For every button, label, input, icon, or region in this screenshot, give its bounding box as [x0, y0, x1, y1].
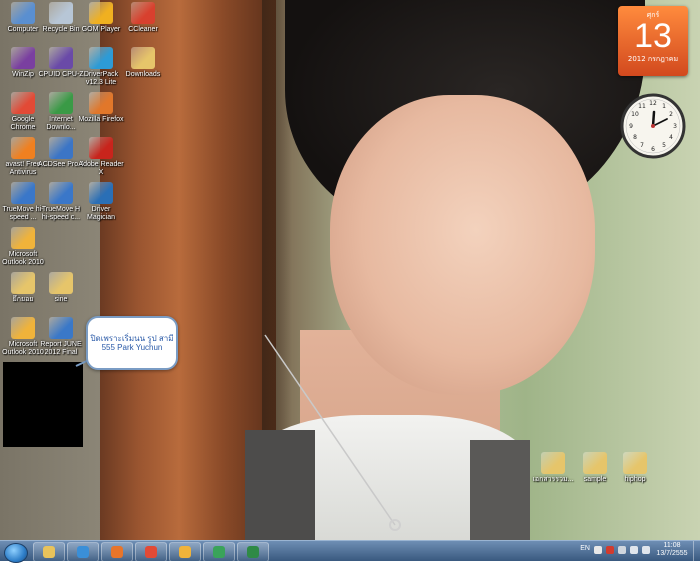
folder-icon	[623, 452, 647, 474]
desktop-icon-driverpack[interactable]: DriverPack v12.3 Lite	[78, 47, 124, 87]
winzip-icon	[11, 47, 35, 69]
svg-text:4: 4	[669, 134, 673, 141]
internet-explorer-icon	[77, 546, 89, 558]
svg-text:9: 9	[629, 123, 633, 130]
start-button[interactable]	[4, 543, 28, 563]
desktop-icon-firefox[interactable]: Mozilla Firefox	[78, 92, 124, 124]
gom-player-icon	[89, 2, 113, 24]
taskbar-time: 11:08	[663, 542, 681, 549]
taskbar-clock[interactable]: 11:08 13/7/2555	[652, 542, 692, 558]
desktop-icon-ccleaner[interactable]: CCleaner	[120, 2, 166, 34]
taskbar-button-chrome[interactable]	[135, 542, 167, 562]
clock-gadget[interactable]: 12 12 345 678 9 1011	[620, 93, 686, 159]
desktop-icon-outlook-1[interactable]: Microsoft Outlook 2010	[0, 227, 46, 267]
firefox-icon	[89, 92, 113, 114]
taskbar-button-explorer[interactable]	[33, 542, 65, 562]
volume-icon[interactable]	[642, 546, 650, 554]
folder-icon	[541, 452, 565, 474]
outlook-icon	[11, 227, 35, 249]
desktop-icon-folder-hiphop[interactable]: hiphop	[612, 452, 658, 484]
ccleaner-icon	[131, 2, 155, 24]
security-flag-icon[interactable]	[606, 546, 614, 554]
driverpack-icon	[89, 47, 113, 69]
truemove-icon	[11, 182, 35, 204]
taskbar: EN 11:08 13/7/2555	[0, 540, 700, 563]
svg-text:8: 8	[633, 134, 637, 141]
desktop-icon-label: Report JUNE 2012 Final	[40, 341, 82, 356]
usb-icon[interactable]	[618, 546, 626, 554]
folder-icon	[131, 47, 155, 69]
desktop-icon-gom-player[interactable]: GOM Player	[78, 2, 124, 34]
chrome-icon	[11, 92, 35, 114]
folder-icon	[49, 272, 73, 294]
desktop-icon-label: DriverPack v12.3 Lite	[83, 71, 119, 86]
taskbar-button-firefox[interactable]	[101, 542, 133, 562]
adobe-reader-icon	[89, 137, 113, 159]
avast-icon	[11, 137, 35, 159]
desktop-icon-label: เอกสารรวม...	[532, 476, 574, 483]
show-hidden-icons-icon[interactable]	[594, 546, 602, 554]
network-tray-icon[interactable]	[630, 546, 638, 554]
callout-bubble: ปิดเพราะเริ่มนน รูป สามี 555 Park Yuchun	[86, 316, 178, 370]
svg-text:5: 5	[662, 142, 666, 149]
desktop-icon-label: GOM Player	[81, 26, 121, 33]
svg-text:1: 1	[662, 103, 666, 110]
language-indicator[interactable]: EN	[580, 545, 590, 552]
svg-text:6: 6	[651, 146, 655, 153]
desktop-icon-sine[interactable]: sine	[38, 272, 84, 304]
desktop-icon-label: Adobe Reader X	[78, 161, 124, 176]
folder-icon	[11, 272, 35, 294]
desktop-icon-report[interactable]: Report JUNE 2012 Final	[38, 317, 84, 357]
cpuz-icon	[49, 47, 73, 69]
taskbar-button-excel[interactable]	[237, 542, 269, 562]
svg-text:3: 3	[673, 123, 677, 130]
taskbar-button-network[interactable]	[203, 542, 235, 562]
desktop-icon-label: hiphop	[624, 476, 646, 483]
firefox-icon	[111, 546, 123, 558]
folder-icon	[43, 546, 55, 558]
taskbar-button-internet-explorer[interactable]	[67, 542, 99, 562]
svg-text:10: 10	[631, 111, 639, 118]
internet-download-manager-icon	[49, 92, 73, 114]
document-icon	[49, 317, 73, 339]
outlook-icon	[179, 546, 191, 558]
calendar-month-year: 2012 กรกฎาคม	[627, 55, 679, 63]
desktop-icon-folder-documents[interactable]: เอกสารรวม...	[530, 452, 576, 484]
desktop-icon-adobe-reader[interactable]: Adobe Reader X	[78, 137, 124, 177]
svg-text:7: 7	[640, 142, 644, 149]
excel-icon	[247, 546, 259, 558]
driver-magician-icon	[89, 182, 113, 204]
clock-hour-hand	[651, 110, 656, 128]
folder-icon	[583, 452, 607, 474]
desktop-icon-label: Mozilla Firefox	[78, 116, 124, 123]
svg-text:12: 12	[649, 100, 657, 107]
svg-text:11: 11	[638, 103, 646, 110]
desktop-icon-label: Microsoft Outlook 2010	[2, 251, 44, 266]
desktop-icon-downloads[interactable]: Downloads	[120, 47, 166, 79]
svg-text:2: 2	[669, 111, 673, 118]
callout-text: ปิดเพราะเริ่มนน รูป สามี 555 Park Yuchun	[90, 334, 174, 352]
outlook-icon	[11, 317, 35, 339]
acdsee-icon	[49, 137, 73, 159]
desktop-icon-label: Downloads	[125, 71, 161, 78]
calendar-gadget[interactable]: ศุกร์ 13 2012 กรกฎาคม	[618, 6, 688, 76]
calendar-date: 13	[634, 17, 672, 55]
desktop-icon-driver-magician[interactable]: Driver Magician	[78, 182, 124, 222]
blacked-out-region	[3, 362, 83, 447]
taskbar-date: 13/7/2555	[656, 550, 688, 557]
recycle-bin-icon	[49, 2, 73, 24]
desktop-icon-label: CCleaner	[128, 26, 158, 33]
chrome-icon	[145, 546, 157, 558]
taskbar-button-outlook[interactable]	[169, 542, 201, 562]
desktop-icon-label: sine	[54, 296, 68, 303]
network-icon	[213, 546, 225, 558]
show-desktop-button[interactable]	[693, 541, 700, 561]
truemove-icon	[49, 182, 73, 204]
computer-icon	[11, 2, 35, 24]
desktop-icon-label: Driver Magician	[86, 206, 115, 221]
